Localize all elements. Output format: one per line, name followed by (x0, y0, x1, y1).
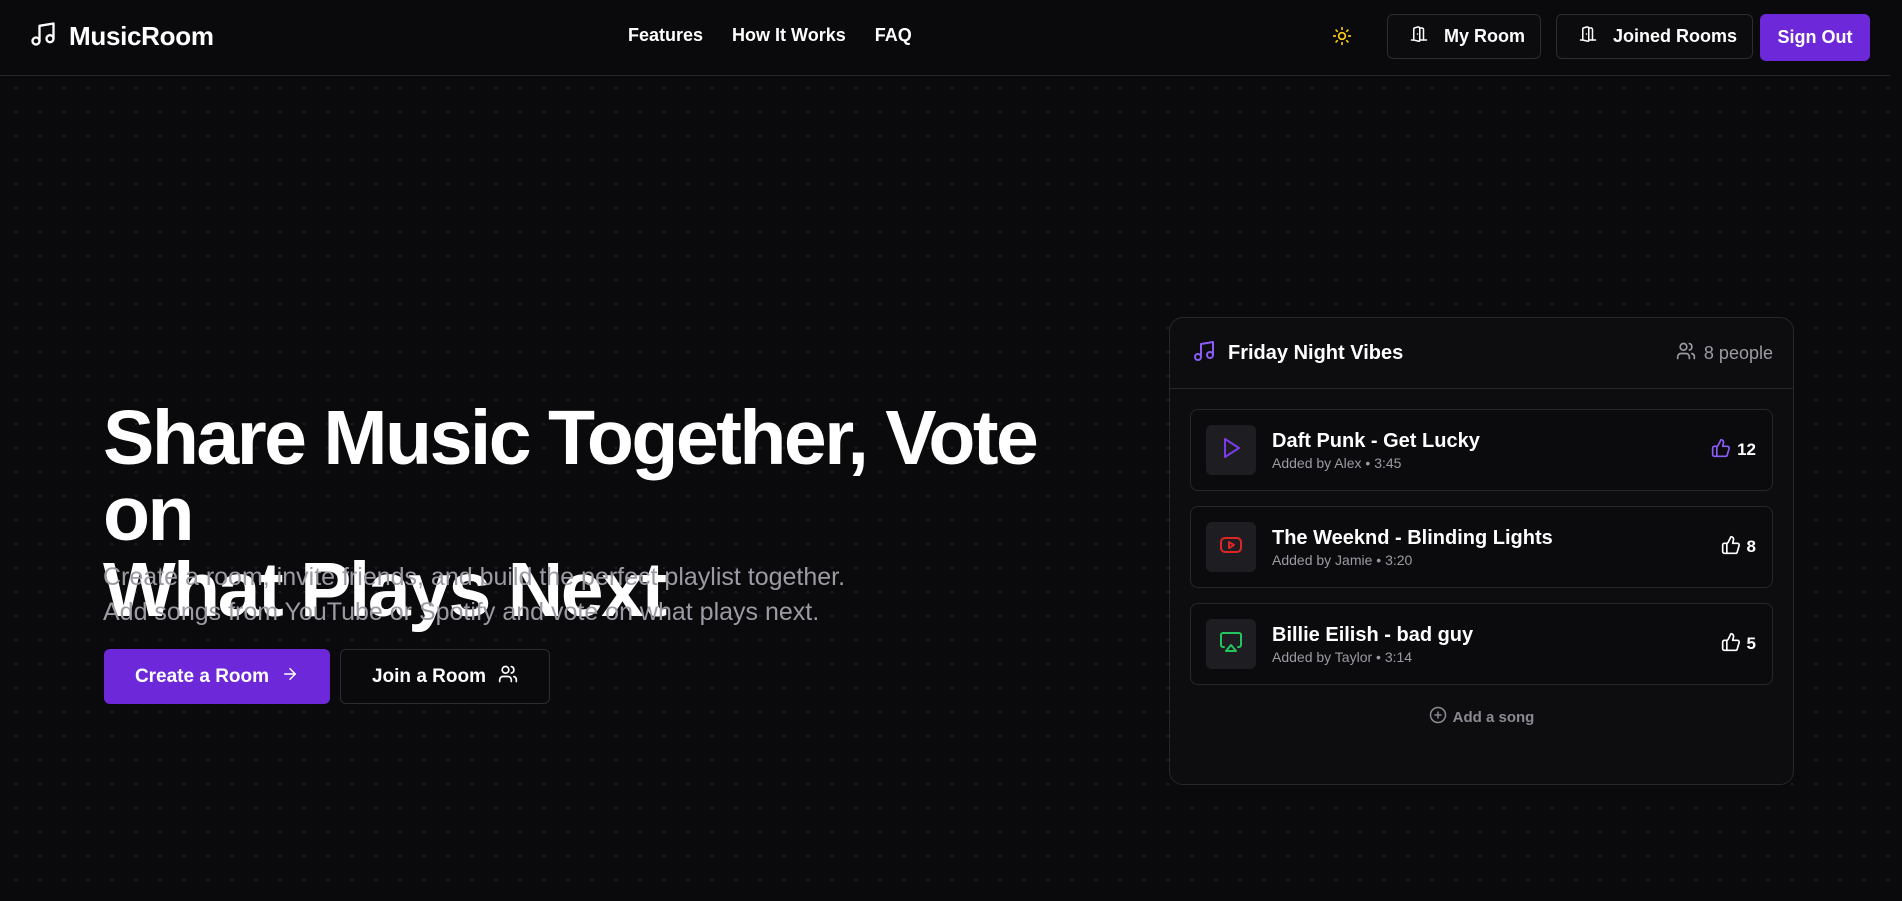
room-card-header: Friday Night Vibes 8 people (1170, 318, 1793, 389)
hero-subtitle-line-1: Create a room, invite friends, and build… (103, 563, 846, 591)
room-people-count: 8 people (1676, 341, 1773, 366)
room-preview-card: Friday Night Vibes 8 people Daft Punk - … (1169, 317, 1794, 785)
my-room-button[interactable]: My Room (1387, 14, 1541, 59)
arrow-right-icon (281, 665, 299, 689)
music-note-icon (1192, 339, 1216, 368)
join-room-button[interactable]: Join a Room (340, 649, 550, 704)
song-thumbnail (1206, 425, 1256, 475)
song-title: Billie Eilish - bad guy (1272, 624, 1474, 646)
youtube-icon (1219, 533, 1243, 562)
vote-count: 5 (1746, 634, 1756, 653)
song-meta: Added by Taylor • 3:14 (1272, 649, 1413, 665)
thumbs-up-icon (1721, 535, 1741, 560)
thumbs-up-icon (1711, 438, 1731, 463)
hero-subtitle-line-2: Add songs from YouTube or Spotify and vo… (103, 598, 820, 626)
hero-subtitle: Create a room, invite friends, and build… (103, 560, 1003, 630)
airplay-icon (1219, 630, 1243, 659)
users-icon (498, 664, 518, 690)
add-song-label: Add a song (1452, 708, 1535, 726)
room-people-label: 8 people (1703, 342, 1773, 363)
song-item[interactable]: Billie Eilish - bad guy Added by Taylor … (1190, 603, 1773, 685)
song-info: Billie Eilish - bad guy Added by Taylor … (1272, 623, 1473, 665)
song-item[interactable]: Daft Punk - Get Lucky Added by Alex • 3:… (1190, 409, 1773, 491)
thumbs-up-icon (1721, 632, 1741, 657)
song-title: Daft Punk - Get Lucky (1272, 430, 1480, 452)
joined-rooms-button[interactable]: Joined Rooms (1556, 14, 1754, 59)
play-icon (1219, 436, 1243, 465)
upvote-button[interactable]: 5 (1721, 632, 1756, 657)
nav-faq-link[interactable]: FAQ (875, 25, 912, 46)
upvote-button[interactable]: 12 (1711, 438, 1756, 463)
song-item[interactable]: The Weeknd - Blinding Lights Added by Ja… (1190, 506, 1773, 588)
vote-count: 8 (1746, 537, 1756, 556)
door-icon (1579, 24, 1597, 49)
music-note-icon (29, 20, 57, 53)
song-thumbnail (1206, 522, 1256, 572)
vote-count: 12 (1737, 440, 1756, 459)
song-meta: Added by Alex • 3:45 (1272, 455, 1402, 471)
upvote-button[interactable]: 8 (1721, 535, 1756, 560)
sun-icon (1332, 26, 1352, 51)
song-meta: Added by Jamie • 3:20 (1272, 552, 1413, 568)
song-info: The Weeknd - Blinding Lights Added by Ja… (1272, 526, 1553, 568)
brand-name: MusicRoom (69, 21, 214, 51)
door-icon (1410, 24, 1428, 49)
nav-features-link[interactable]: Features (628, 25, 703, 46)
joined-rooms-label: Joined Rooms (1613, 26, 1738, 46)
create-room-label: Create a Room (134, 665, 270, 687)
plus-circle-icon (1429, 706, 1447, 728)
main-nav: Features How It Works FAQ (628, 25, 941, 46)
join-room-label: Join a Room (371, 665, 486, 687)
song-title: The Weeknd - Blinding Lights (1272, 527, 1553, 549)
brand-logo[interactable]: MusicRoom (29, 20, 214, 53)
my-room-label: My Room (1444, 26, 1525, 46)
theme-toggle-button[interactable] (1329, 25, 1355, 51)
users-icon (1676, 341, 1696, 366)
nav-how-it-works-link[interactable]: How It Works (732, 25, 846, 46)
sign-out-button[interactable]: Sign Out (1760, 14, 1870, 61)
hero-title-line-1: Share Music Together, Vote on (103, 395, 1039, 557)
song-thumbnail (1206, 619, 1256, 669)
page-scrollbar[interactable] (1890, 0, 1902, 901)
top-header: MusicRoom Features How It Works FAQ My R… (0, 0, 1902, 76)
song-info: Daft Punk - Get Lucky Added by Alex • 3:… (1272, 429, 1480, 471)
add-song-button[interactable]: Add a song (1190, 706, 1773, 728)
song-list: Daft Punk - Get Lucky Added by Alex • 3:… (1170, 389, 1793, 728)
room-title: Friday Night Vibes (1228, 341, 1404, 364)
create-room-button[interactable]: Create a Room (104, 649, 330, 704)
